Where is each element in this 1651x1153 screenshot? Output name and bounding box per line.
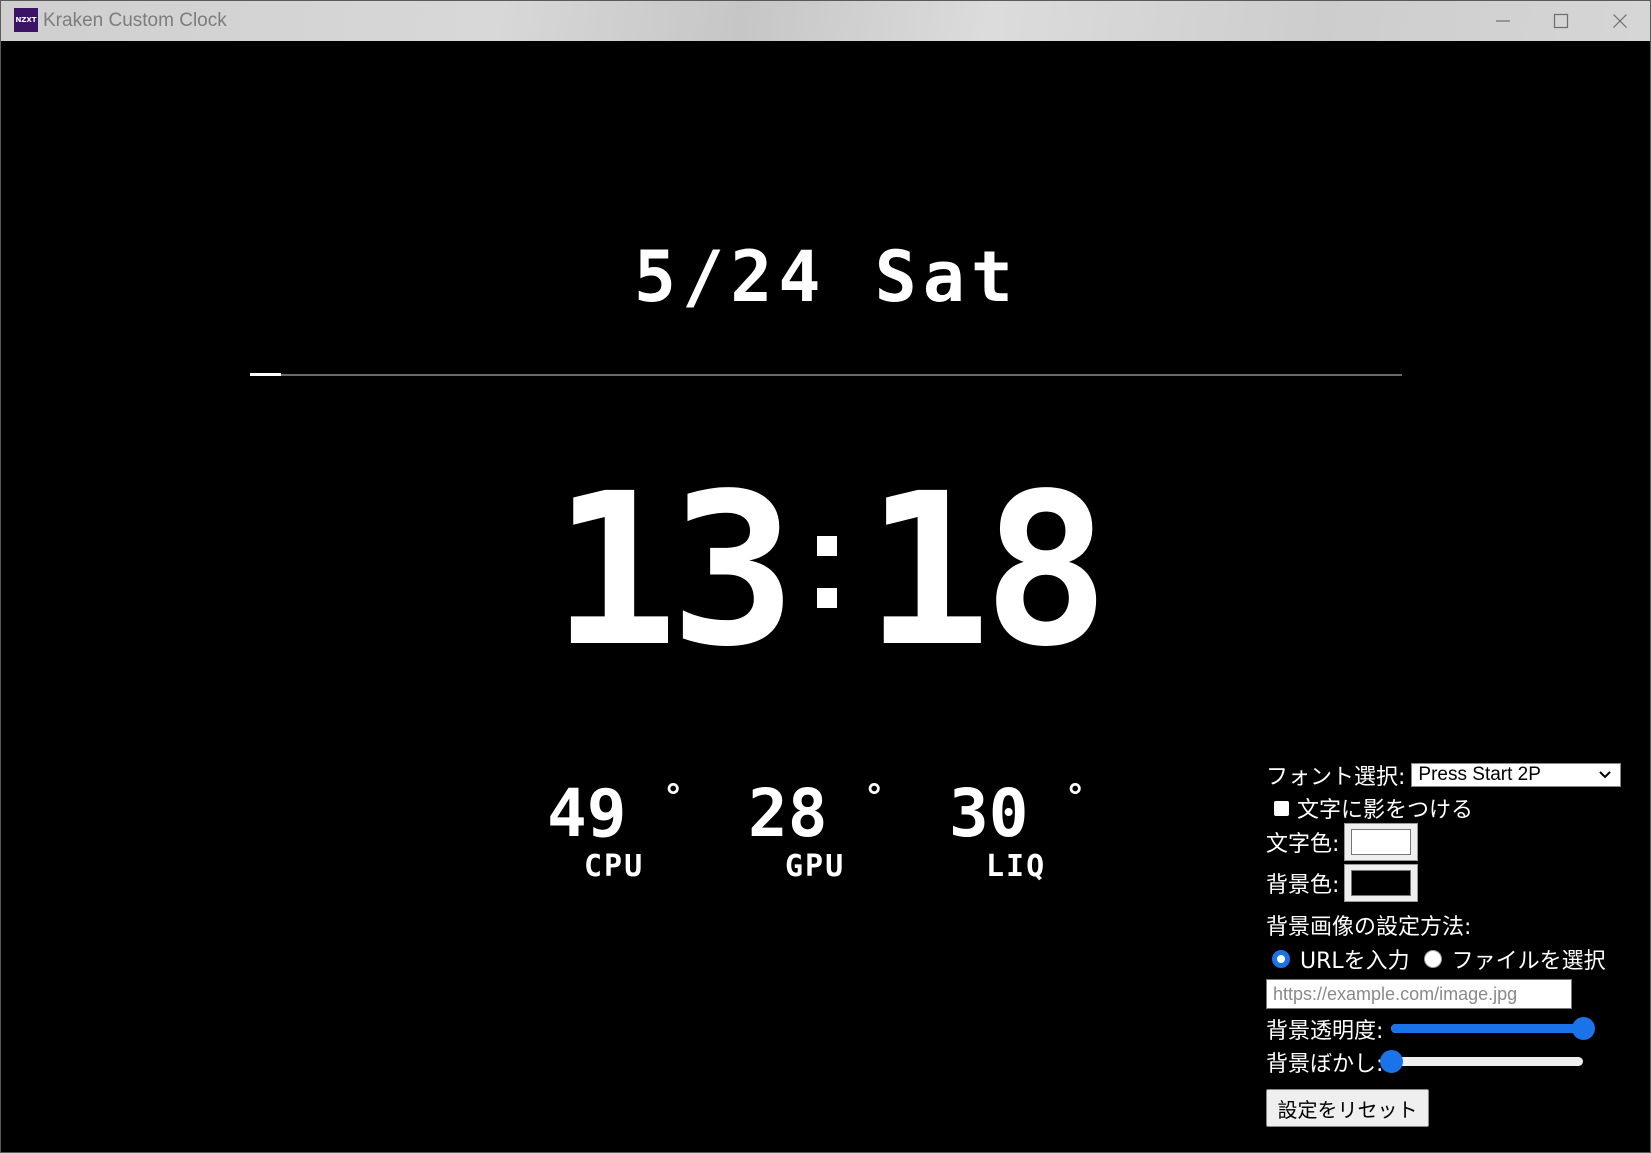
reset-row: 設定をリセット [1266, 1089, 1429, 1127]
blur-slider[interactable] [1380, 1050, 1584, 1074]
blur-row: 背景ぼかし: [1266, 1046, 1584, 1078]
time-display: 13 18 [1, 448, 1650, 693]
shadow-label: 文字に影をつける [1297, 798, 1474, 823]
window-title: Kraken Custom Clock [43, 10, 227, 31]
degree-symbol: ° [1065, 777, 1086, 817]
text-color-picker[interactable] [1344, 823, 1419, 861]
slider-thumb[interactable] [1380, 1050, 1404, 1073]
maximize-icon [1553, 13, 1569, 29]
temperature-panel: 49 ° CPU 28 ° GPU 30 ° LIQ [541, 775, 1144, 901]
radio-url[interactable] [1272, 950, 1290, 968]
minimize-icon [1496, 20, 1510, 22]
font-select[interactable]: Press Start 2P [1411, 763, 1622, 787]
radio-url-label[interactable]: URLを入力 [1300, 943, 1410, 975]
app-window: NZXT Kraken Custom Clock 5/24 Sat 13 18 … [0, 0, 1651, 1153]
temp-value: 49 [547, 775, 627, 852]
time-hours: 13 [551, 448, 797, 693]
slider-thumb[interactable] [1572, 1017, 1596, 1040]
title-bar[interactable]: NZXT Kraken Custom Clock [1, 1, 1650, 41]
degree-symbol: ° [663, 777, 684, 817]
shadow-checkbox[interactable] [1274, 800, 1289, 816]
opacity-row: 背景透明度: [1266, 1013, 1596, 1045]
temp-liq: 30 ° LIQ [943, 775, 1144, 901]
font-select-value: Press Start 2P [1418, 764, 1541, 785]
radio-file[interactable] [1423, 950, 1442, 968]
bg-image-method-row: 背景画像の設定方法: [1266, 909, 1471, 941]
date-text: 5/24 Sat [633, 236, 1020, 318]
chevron-down-icon [1599, 771, 1612, 779]
temp-value: 28 [748, 775, 828, 852]
maximize-button[interactable] [1532, 1, 1590, 41]
time-colon [816, 511, 837, 631]
temp-label: CPU [584, 849, 645, 884]
opacity-label: 背景透明度: [1266, 1019, 1384, 1044]
opacity-slider[interactable] [1391, 1017, 1596, 1041]
close-button[interactable] [1591, 1, 1649, 41]
font-select-row: フォント選択: Press Start 2P [1266, 759, 1622, 791]
reset-settings-button[interactable]: 設定をリセット [1266, 1089, 1429, 1127]
time-minutes: 18 [864, 448, 1110, 693]
url-row: https://example.com/image.jpg [1266, 979, 1572, 1009]
slider-track [1391, 1057, 1584, 1066]
degree-symbol: ° [864, 777, 885, 817]
font-select-label: フォント選択: [1266, 765, 1406, 790]
bg-color-swatch [1351, 870, 1412, 896]
blur-label: 背景ぼかし: [1266, 1052, 1384, 1077]
text-color-swatch [1351, 829, 1412, 855]
bg-color-row: 背景色: [1266, 864, 1419, 902]
text-color-label: 文字色: [1266, 832, 1340, 857]
bg-color-picker[interactable] [1344, 864, 1419, 902]
radio-file-label[interactable]: ファイルを選択 [1452, 943, 1606, 975]
temp-cpu: 49 ° CPU [541, 775, 742, 901]
bg-image-radio-row: URLを入力 ファイルを選択 [1266, 943, 1606, 975]
bg-url-input[interactable]: https://example.com/image.jpg [1266, 979, 1572, 1009]
bg-color-label: 背景色: [1266, 873, 1340, 898]
shadow-row: 文字に影をつける [1266, 792, 1473, 824]
clock-display: 5/24 Sat 13 18 49 ° CPU 28 ° GPU 30 ° LI… [1, 41, 1650, 1152]
nzxt-logo-icon: NZXT [14, 8, 38, 32]
temp-label: LIQ [986, 849, 1047, 884]
minimize-button[interactable] [1474, 1, 1532, 41]
day-progress-fill [250, 373, 282, 376]
day-progress-bar [250, 373, 1402, 376]
temp-value: 30 [949, 775, 1029, 852]
temp-gpu: 28 ° GPU [742, 775, 943, 901]
slider-fill [1391, 1024, 1584, 1033]
bg-image-method-label: 背景画像の設定方法: [1266, 915, 1472, 940]
text-color-row: 文字色: [1266, 823, 1419, 861]
temp-label: GPU [785, 849, 846, 884]
close-icon [1613, 14, 1627, 28]
